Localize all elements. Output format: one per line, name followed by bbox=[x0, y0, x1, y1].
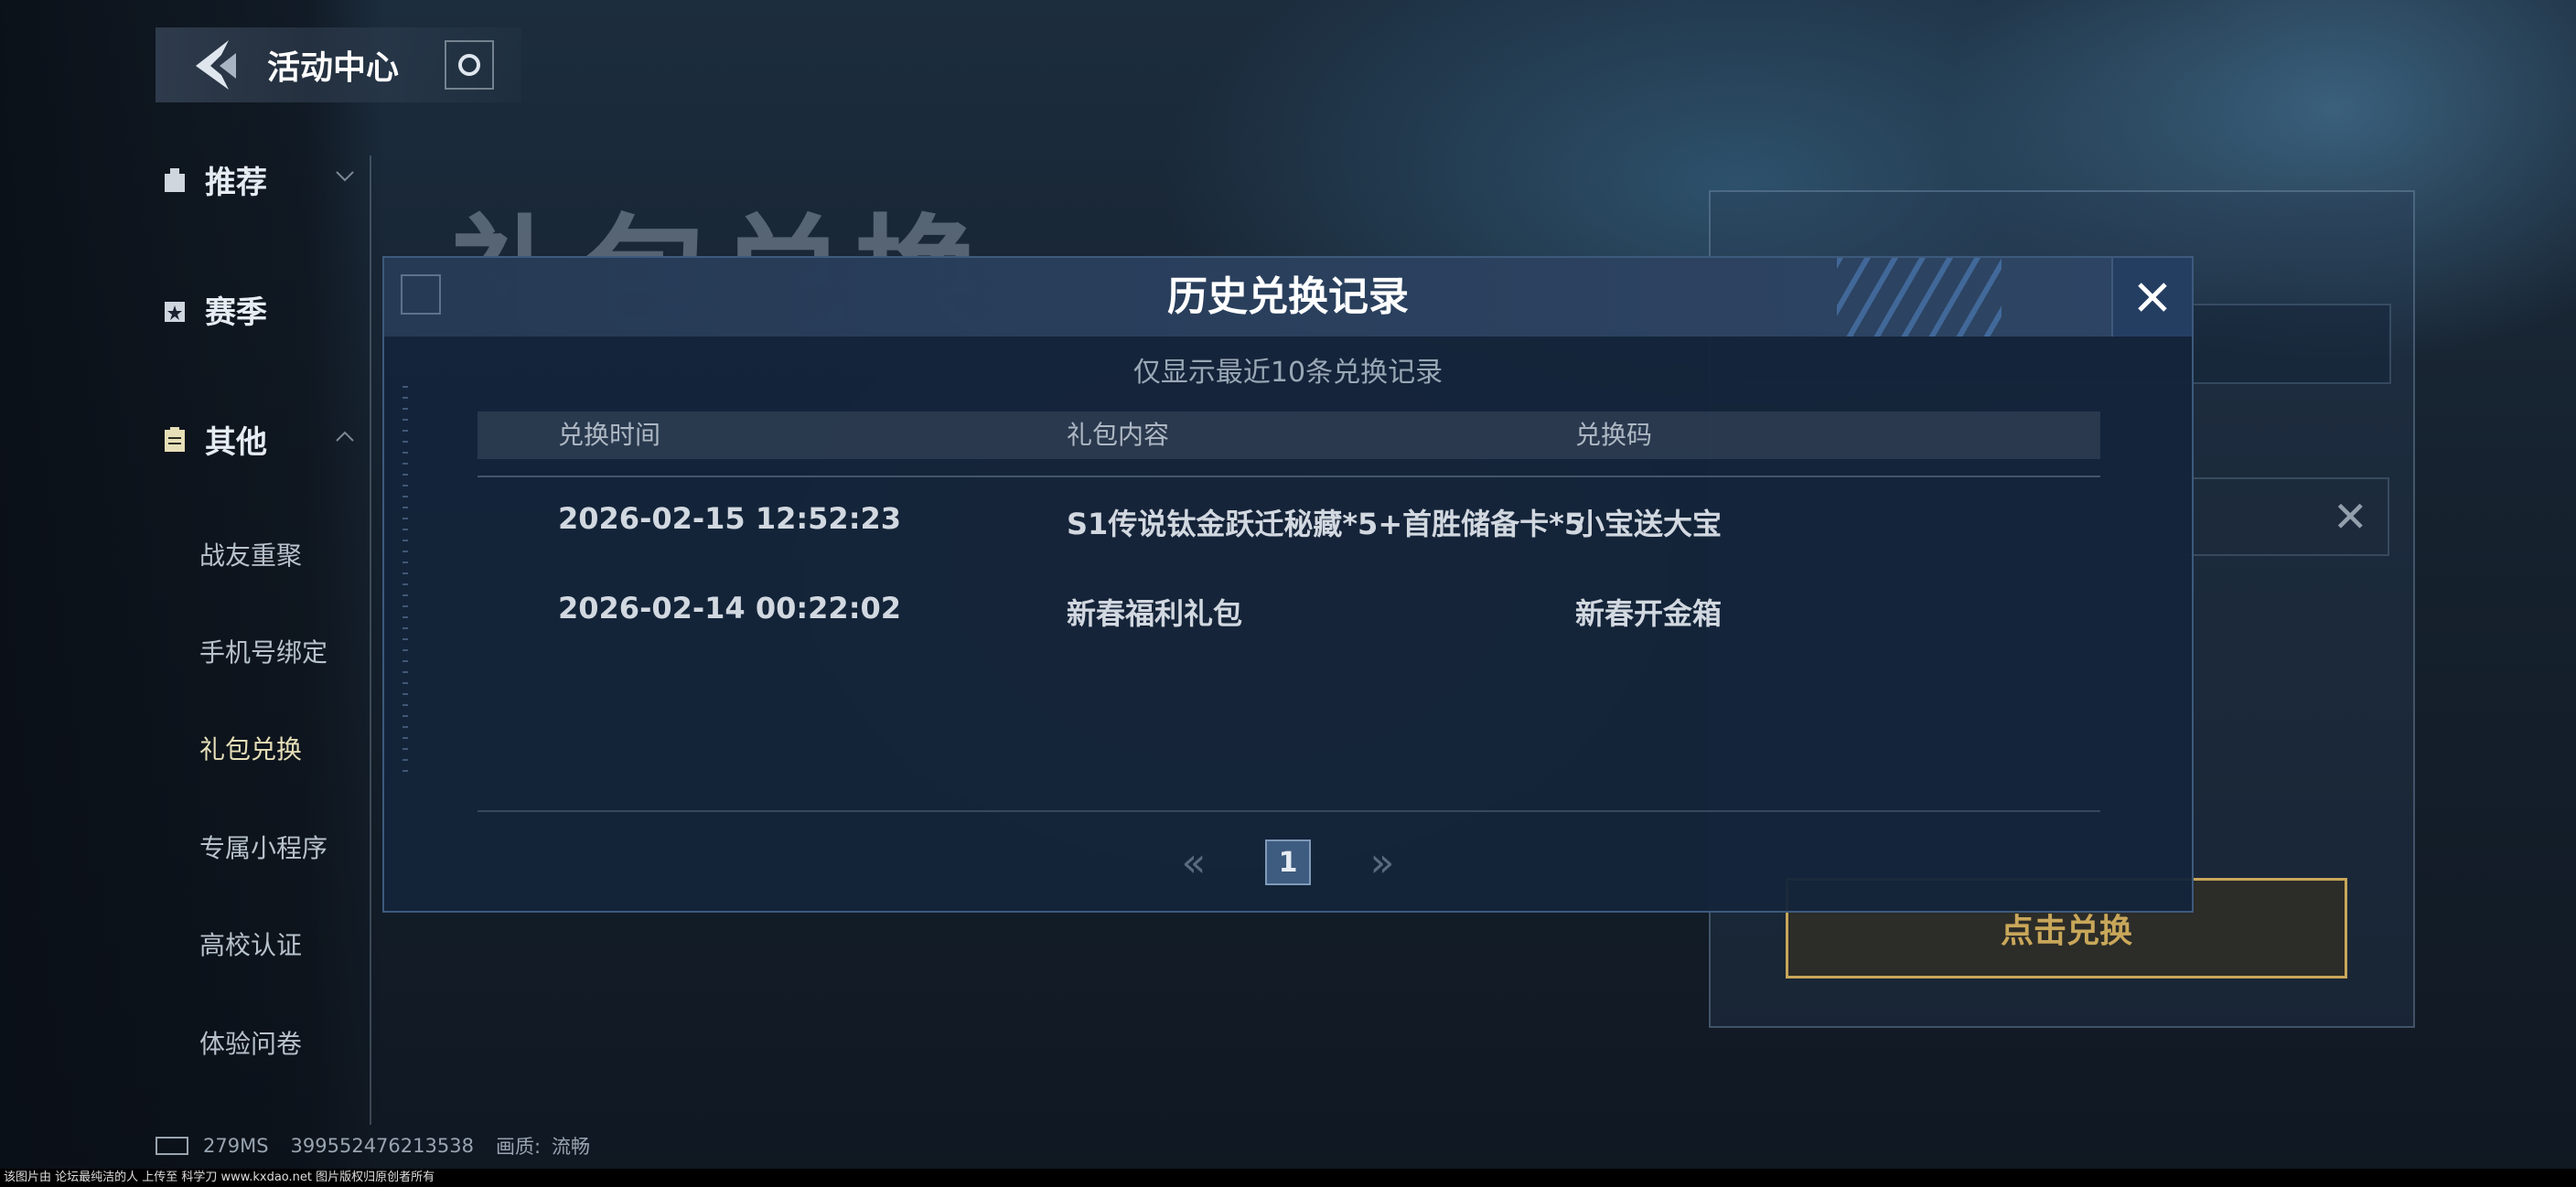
pagination: « 1 » bbox=[384, 839, 2192, 886]
quality-value: 流畅 bbox=[552, 1136, 591, 1158]
column-header-time: 兑换时间 bbox=[558, 420, 661, 450]
side-ticks bbox=[402, 386, 408, 779]
modal-title: 历史兑换记录 bbox=[1167, 273, 1409, 320]
footer-divider bbox=[478, 810, 2100, 812]
category-label: 其他 bbox=[205, 424, 267, 461]
season-star-icon bbox=[165, 301, 185, 322]
row-time: 2026-02-15 12:52:23 bbox=[558, 501, 902, 536]
modal-subtitle: 仅显示最近10条兑换记录 bbox=[1132, 357, 1444, 389]
row-time: 2026-02-14 00:22:02 bbox=[558, 591, 902, 626]
column-header-code: 兑换码 bbox=[1575, 420, 1653, 450]
clipboard-icon bbox=[165, 426, 185, 452]
row-content: 新春福利礼包 bbox=[1067, 596, 1243, 631]
gift-icon bbox=[165, 167, 185, 192]
page-number-current[interactable]: 1 bbox=[1265, 839, 1311, 885]
sidebar-category-recommend[interactable]: 推荐 bbox=[163, 157, 267, 202]
ping-value: 279MS bbox=[203, 1135, 269, 1157]
column-header-content: 礼包内容 bbox=[1067, 420, 1170, 450]
watermark: 该图片由 论坛最纯洁的人 上传至 科学刀 www.kxdao.net 图片版权归… bbox=[0, 1169, 2576, 1187]
history-modal: 历史兑换记录 仅显示最近10条兑换记录 兑换时间 礼包内容 兑换码 2026-0… bbox=[382, 256, 2194, 913]
sidebar-item-survey[interactable]: 体验问卷 bbox=[199, 1024, 302, 1061]
category-label: 赛季 bbox=[205, 294, 267, 331]
prev-page-button[interactable]: « bbox=[1166, 839, 1221, 886]
sidebar-item-comrade-reunion[interactable]: 战友重聚 bbox=[199, 536, 302, 572]
close-button[interactable] bbox=[2111, 258, 2192, 337]
sidebar-category-season[interactable]: 赛季 bbox=[163, 287, 267, 332]
settings-icon[interactable] bbox=[445, 40, 495, 90]
battery-icon bbox=[156, 1137, 188, 1155]
status-bar: 279MS 399552476213538 画质: 流畅 bbox=[156, 1132, 612, 1160]
user-id: 399552476213538 bbox=[290, 1135, 474, 1157]
chevron-up-icon[interactable] bbox=[335, 430, 355, 443]
header-title: 活动中心 bbox=[267, 49, 400, 87]
table-header: 兑换时间 礼包内容 兑换码 bbox=[478, 412, 2100, 459]
back-icon[interactable] bbox=[183, 33, 247, 97]
close-icon bbox=[2138, 283, 2167, 312]
next-page-button[interactable]: » bbox=[1355, 839, 1410, 886]
category-label: 推荐 bbox=[205, 165, 267, 201]
activity-center-header: 活动中心 bbox=[156, 27, 521, 102]
row-content: S1传说钛金跃迁秘藏*5+首胜储备卡*5 bbox=[1067, 507, 1585, 541]
sidebar-item-phone-binding[interactable]: 手机号绑定 bbox=[199, 633, 327, 669]
sidebar-item-campus-verify[interactable]: 高校认证 bbox=[199, 925, 302, 962]
row-code: 新春开金箱 bbox=[1575, 596, 1723, 631]
chevron-down-icon[interactable] bbox=[335, 170, 355, 183]
row-code: 小宝送大宝 bbox=[1575, 507, 1723, 541]
header-divider bbox=[478, 476, 2100, 477]
sidebar-item-gift-redeem[interactable]: 礼包兑换 bbox=[199, 730, 302, 766]
clear-icon[interactable]: ✕ bbox=[2333, 492, 2368, 541]
sidebar-category-other[interactable]: 其他 bbox=[163, 417, 267, 462]
sidebar-divider bbox=[370, 155, 371, 1125]
quality-label: 画质: bbox=[495, 1136, 542, 1158]
sidebar-item-mini-program[interactable]: 专属小程序 bbox=[199, 829, 327, 865]
